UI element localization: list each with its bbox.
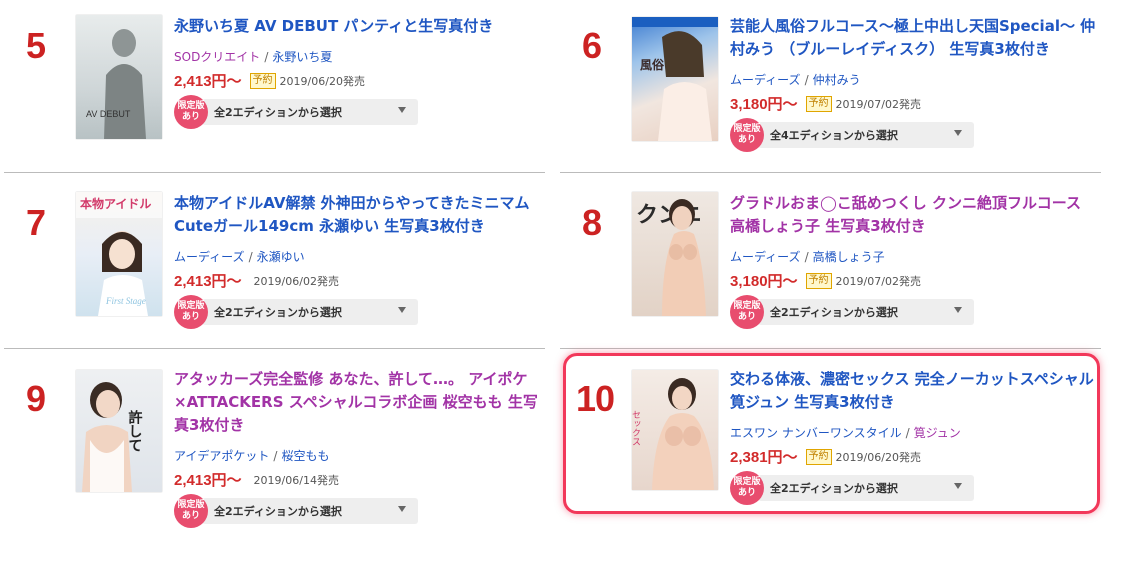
product-thumbnail[interactable]: 許して: [76, 370, 162, 492]
caret-down-icon: [398, 506, 406, 512]
cover-text: 許して: [127, 409, 143, 452]
product-thumbnail[interactable]: AV DEBUT: [76, 15, 162, 139]
product-title[interactable]: 交わる体液、濃密セックス 完全ノーカットスペシャル 筧ジュン 生写真3枚付き: [730, 368, 1100, 414]
product-title[interactable]: アタッカーズ完全監修 あなた、許して…。 アイポケ×ATTACKERS スペシャ…: [174, 368, 544, 437]
limited-edition-badge: 限定版 あり: [730, 118, 764, 152]
cover-art: 本物アイドル First Stage: [76, 192, 162, 316]
product-title[interactable]: 芸能人風俗フルコース〜極上中出し天国Special〜 仲村みう （ブルーレイディ…: [730, 15, 1100, 61]
edition-select[interactable]: 全2エディションから選択: [758, 299, 974, 325]
cover-text: AV DEBUT: [86, 109, 131, 119]
actress-link[interactable]: 筧ジュン: [914, 426, 961, 440]
cover-text: 本物アイドル: [80, 196, 151, 211]
actress-link[interactable]: 永野いち夏: [272, 50, 332, 64]
maker-link[interactable]: ムーディーズ: [730, 73, 801, 87]
actress-link[interactable]: 桜空もも: [281, 449, 329, 463]
product-title[interactable]: グラドルおま◯こ舐めつくし クンニ絶頂フルコース 高橋しょう子 生写真3枚付き: [730, 192, 1100, 238]
price: 3,180円〜: [730, 96, 798, 113]
release-date: 2019/06/20発売: [835, 450, 921, 464]
product-thumbnail[interactable]: 風俗: [632, 17, 718, 141]
separator: /: [273, 449, 278, 463]
preorder-badge: 予約: [805, 95, 832, 112]
cover-art: クンニ: [636, 199, 706, 316]
ranking-item: 9 許して アタッカーズ完全監修 あなた、許して…。 アイポケ×ATTACKER…: [4, 368, 544, 528]
preorder-badge: 予約: [249, 72, 276, 89]
rank-number: 10: [576, 378, 615, 419]
product-thumbnail[interactable]: セックス: [632, 370, 718, 490]
cover-art: 風俗: [632, 17, 718, 141]
edition-select[interactable]: 全2エディションから選択: [202, 498, 418, 524]
maker-link[interactable]: エスワン ナンバーワンスタイル: [730, 426, 902, 440]
cover-art: 許して: [82, 382, 143, 492]
separator: /: [804, 250, 809, 264]
edition-select[interactable]: 全2エディションから選択: [202, 299, 418, 325]
maker-link[interactable]: SODクリエイト: [174, 50, 260, 64]
edition-select[interactable]: 全4エディションから選択: [758, 122, 974, 148]
preorder-badge: 予約: [805, 272, 832, 289]
product-title[interactable]: 永野いち夏 AV DEBUT パンティと生写真付き: [174, 15, 544, 38]
price: 3,180円〜: [730, 273, 798, 290]
ranking-item: 10 セックス 交わる体液、濃密セックス 完全ノーカットスペシャル 筧ジュン 生…: [560, 368, 1100, 528]
release-date: 2019/07/02発売: [835, 274, 921, 288]
limited-edition-badge: 限定版 あり: [730, 295, 764, 329]
limited-edition-badge: 限定版 あり: [730, 471, 764, 505]
separator: /: [905, 426, 910, 440]
maker-link[interactable]: アイデアポケット: [174, 449, 269, 463]
preorder-badge: 予約: [805, 448, 832, 465]
product-thumbnail[interactable]: クンニ: [632, 192, 718, 316]
limited-edition-badge: 限定版 あり: [174, 95, 208, 129]
release-date: 2019/07/02発売: [835, 97, 921, 111]
separator: /: [248, 250, 253, 264]
actress-link[interactable]: 仲村みう: [813, 73, 861, 87]
product-thumbnail[interactable]: 本物アイドル First Stage: [76, 192, 162, 316]
cover-art: AV DEBUT: [86, 29, 146, 139]
ranking-item: 8 クンニ グラドルおま◯こ舐めつくし クンニ絶頂フルコース 高橋しょう子 生写…: [560, 192, 1100, 352]
edition-select[interactable]: 全2エディションから選択: [202, 99, 418, 125]
caret-down-icon: [954, 307, 962, 313]
cover-art: セックス: [632, 378, 714, 490]
cover-text: セックス: [632, 410, 641, 446]
price: 2,413円〜: [174, 472, 242, 489]
price: 2,381円〜: [730, 449, 798, 466]
separator: /: [804, 73, 809, 87]
caret-down-icon: [954, 130, 962, 136]
ranking-item: 7 本物アイドル First Stage 本物アイドルAV解禁 外神田からやって…: [4, 192, 544, 352]
price: 2,413円〜: [174, 73, 242, 90]
cover-text: 風俗: [640, 57, 665, 72]
edition-select[interactable]: 全2エディションから選択: [758, 475, 974, 501]
actress-link[interactable]: 高橋しょう子: [813, 250, 885, 264]
caret-down-icon: [954, 483, 962, 489]
release-date: 2019/06/14発売: [253, 473, 339, 487]
limited-edition-badge: 限定版 あり: [174, 295, 208, 329]
ranking-item: 6 風俗 芸能人風俗フルコース〜極上中出し天国Special〜 仲村みう （ブル…: [560, 15, 1100, 175]
product-title[interactable]: 本物アイドルAV解禁 外神田からやってきたミニマムCuteガール149cm 永瀬…: [174, 192, 544, 238]
separator: /: [264, 50, 269, 64]
caret-down-icon: [398, 107, 406, 113]
maker-link[interactable]: ムーディーズ: [174, 250, 245, 264]
price: 2,413円〜: [174, 273, 242, 290]
actress-link[interactable]: 永瀬ゆい: [257, 250, 305, 264]
maker-link[interactable]: ムーディーズ: [730, 250, 801, 264]
release-date: 2019/06/20発売: [279, 74, 365, 88]
ranking-item: 5 AV DEBUT 永野いち夏 AV DEBUT パンティと生写真付き SOD…: [4, 15, 544, 175]
svg-text:First Stage: First Stage: [105, 296, 146, 306]
limited-edition-badge: 限定版 あり: [174, 494, 208, 528]
caret-down-icon: [398, 307, 406, 313]
release-date: 2019/06/02発売: [253, 274, 339, 288]
